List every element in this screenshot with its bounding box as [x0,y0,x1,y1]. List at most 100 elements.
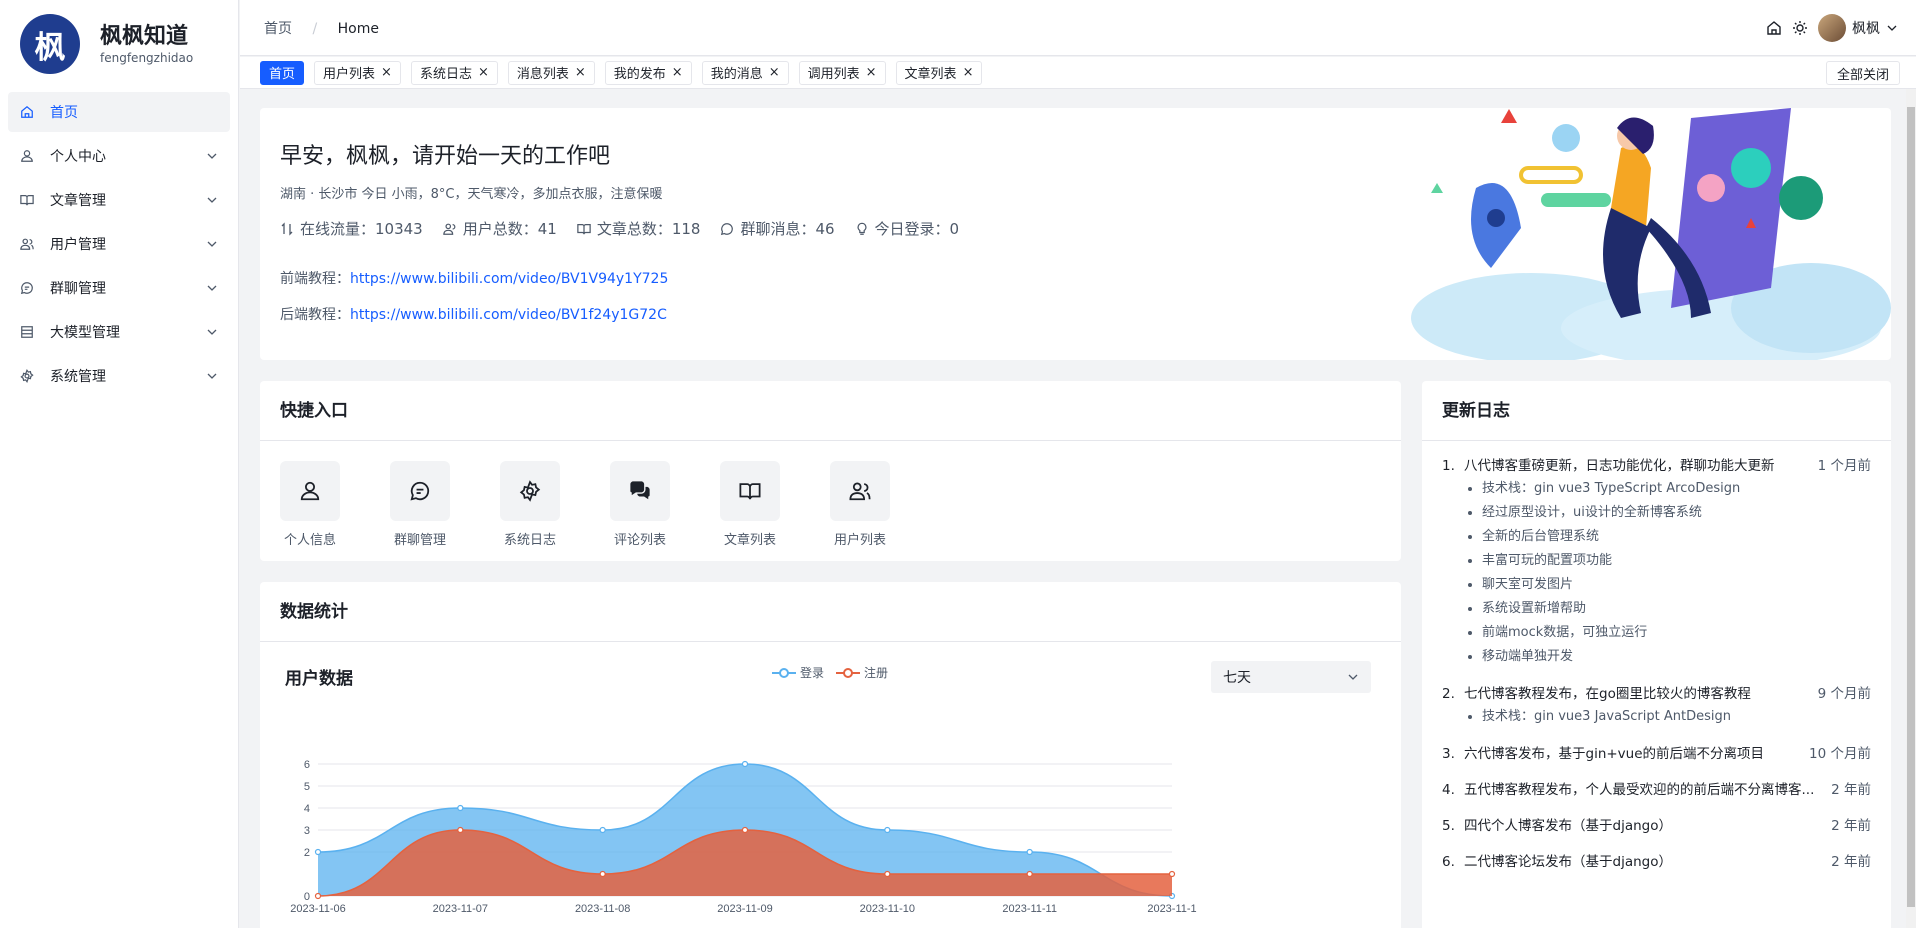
scrollbar[interactable] [1906,89,1916,928]
tab-label: 首页 [269,67,296,82]
changelog-text: 七代博客教程发布，在go圈里比较火的博客教程 [1464,686,1751,702]
weather-text: 湖南 · 长沙市 今日 小雨，8°C，天气寒冷，多加点衣服，注意保暖 [280,187,663,202]
tab-system-log[interactable]: 系统日志 × [410,60,498,85]
stat-label: 文章总数：118 [596,220,701,238]
changelog-time: 2 年前 [1831,854,1871,870]
welcome-title: 早安，枫枫，请开始一天的工作吧 [280,144,611,169]
tab-my-messages[interactable]: 我的消息 × [701,60,789,85]
close-icon[interactable]: × [963,65,974,80]
sidebar-item-llm[interactable]: 大模型管理 [8,312,230,352]
period-select[interactable]: 七天 [1211,661,1371,693]
users-icon [442,223,456,235]
scrollbar-thumb[interactable] [1907,107,1915,907]
changelog-number: 3. [1442,746,1455,762]
changelog-number: 1. [1442,458,1455,474]
changelog-number: 5. [1442,818,1455,834]
stat-label: 用户总数：41 [462,220,557,238]
sidebar-item-users[interactable]: 用户管理 [8,224,230,264]
avatar[interactable] [1818,14,1846,42]
quick-personal-info[interactable]: 个人信息 [280,461,390,548]
tab-user-list[interactable]: 用户列表 × [314,60,401,85]
quick-label: 用户列表 [833,533,886,548]
quick-group-chat[interactable]: 群聊管理 [390,461,500,548]
close-icon[interactable]: × [575,65,586,80]
breadcrumb-home[interactable]: 首页 [264,21,292,37]
breadcrumb: 首页 / Home [264,18,379,38]
tab-message-list[interactable]: 消息列表 × [507,60,595,85]
sidebar-item-articles[interactable]: 文章管理 [8,180,230,220]
top-header: 首页 / Home 枫枫 [240,0,1916,56]
data-point [457,826,464,834]
close-icon[interactable]: × [381,65,392,80]
quick-entry-card: 快捷入口 个人信息 群聊管理 系统日志 评论列表 文章列表 用户列表 [260,381,1401,561]
changelog-sublist: 技术栈：gin vue3 JavaScript AntDesign [1442,705,1871,729]
quick-label: 个人信息 [283,533,336,548]
tab-article-list[interactable]: 文章列表 × [895,60,983,85]
quick-label: 群聊管理 [393,533,446,548]
close-all-button[interactable]: 全部关闭 [1825,61,1900,85]
chevron-down-icon[interactable] [1886,22,1898,34]
users-icon [20,237,34,251]
sidebar-item-home[interactable]: 首页 [8,92,230,132]
stat-article-total: 文章总数：118 [577,218,701,239]
quick-user-list[interactable]: 用户列表 [830,461,940,548]
x-tick-label: 2023-11-1 [1147,903,1196,915]
backend-tutorial-link[interactable]: https://www.bilibili.com/video/BV1f24y1G… [350,307,667,323]
legend-item-register[interactable]: 注册 [836,664,888,681]
logo[interactable]: 枫 枫枫知道 fengfengzhidao [0,0,238,88]
x-tick-label: 2023-11-08 [575,903,630,915]
x-tick-label: 2023-11-09 [717,903,772,915]
data-point [314,892,322,900]
stat-user-total: 用户总数：41 [442,218,557,239]
stat-today-login: 今日登录：0 [855,218,959,239]
sidebar-item-label: 个人中心 [50,149,106,165]
close-icon[interactable]: × [769,65,780,80]
tab-label: 消息列表 [516,67,569,82]
quick-label: 系统日志 [503,533,556,548]
legend-item-login[interactable]: 登录 [772,664,824,681]
home-icon[interactable] [1766,20,1782,36]
message-icon [410,481,430,501]
x-tick-label: 2023-11-07 [433,903,488,915]
chevron-down-icon [207,241,217,247]
link-label: 后端教程： [280,307,350,323]
data-point [741,760,749,768]
changelog-item: 6. 二代博客论坛发布（基于django） 2 年前 [1442,851,1871,873]
tab-label: 系统日志 [419,67,472,82]
close-icon[interactable]: × [672,65,683,80]
data-point [314,848,322,856]
close-icon[interactable]: × [478,65,489,80]
tab-my-posts[interactable]: 我的发布 × [604,60,692,85]
data-point [599,826,606,834]
logo-subtitle: fengfengzhidao [100,51,194,65]
stats-card: 数据统计 用户数据 登录 注册 七天 0 2 3 4 5 6 2023-11-06 2023-… [260,582,1401,928]
comments-icon [630,481,650,500]
close-icon[interactable]: × [866,65,877,80]
frontend-tutorial: 前端教程：https://www.bilibili.com/video/BV1V… [280,268,668,288]
changelog-time: 2 年前 [1831,782,1871,798]
changelog-time: 2 年前 [1831,818,1871,834]
data-point [599,870,606,878]
quick-article-list[interactable]: 文章列表 [720,461,830,548]
frontend-tutorial-link[interactable]: https://www.bilibili.com/video/BV1V94y1Y… [350,271,668,287]
x-tick-label: 2023-11-06 [290,903,345,915]
stats-row: 在线流量：10343 用户总数：41 文章总数：118 群聊消息：46 今日登录… [280,218,979,239]
stat-group-messages: 群聊消息：46 [720,218,835,239]
tab-bar: 首页 用户列表 × 系统日志 × 消息列表 × 我的发布 × 我的消息 × 调用列表 × 文… [240,57,1916,89]
tab-home[interactable]: 首页 [260,60,305,85]
sidebar-menu: 首页 个人中心 文章管理 用户管理 群聊管理 大模型管理 系统管理 [0,88,238,404]
changelog-text: 二代博客论坛发布（基于django） [1464,854,1672,870]
tab-call-list[interactable]: 调用列表 × [798,60,886,85]
changelog-item: 5. 四代个人博客发布（基于django） 2 年前 [1442,815,1871,837]
sidebar-item-group-chat[interactable]: 群聊管理 [8,268,230,308]
traffic-icon [281,221,293,236]
sidebar-item-system[interactable]: 系统管理 [8,356,230,396]
username[interactable]: 枫枫 [1852,18,1880,38]
sidebar-item-personal-center[interactable]: 个人中心 [8,136,230,176]
quick-comment-list[interactable]: 评论列表 [610,461,720,548]
changelog-text: 五代博客教程发布，个人最受欢迎的的前后端不分离博客... [1464,782,1815,798]
sun-icon[interactable] [1792,20,1808,36]
chart-title: 用户数据 [285,669,353,689]
quick-system-log[interactable]: 系统日志 [500,461,610,548]
settings-icon [519,480,541,502]
